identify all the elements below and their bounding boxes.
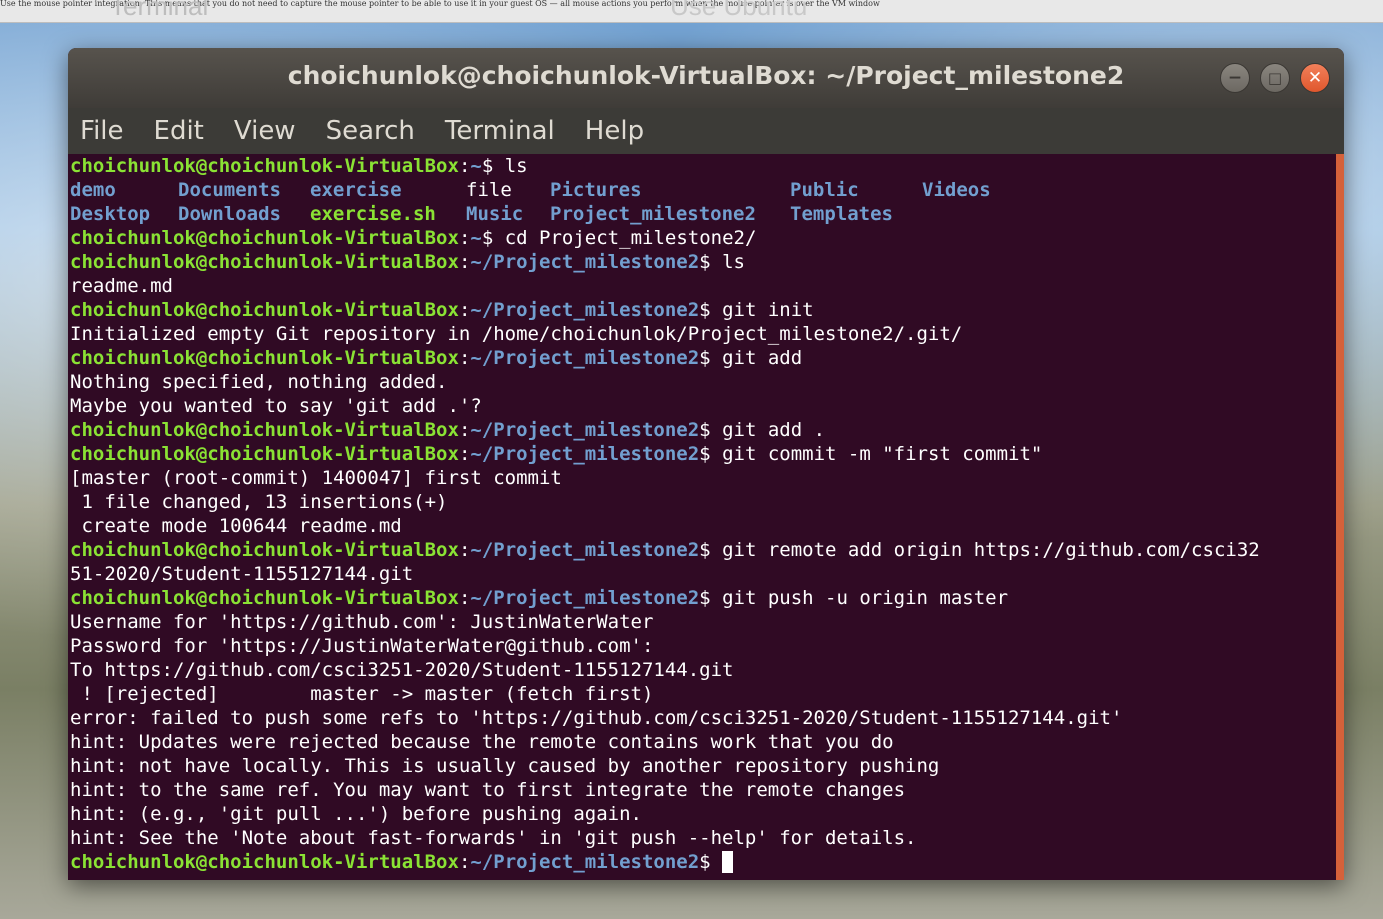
terminal-line: hint: (e.g., 'git pull ...') before push… xyxy=(70,803,642,825)
terminal-line: hint: to the same ref. You may want to f… xyxy=(70,779,906,801)
menu-bar: File Edit View Search Terminal Help xyxy=(68,108,1344,154)
minimize-button[interactable]: − xyxy=(1220,63,1250,93)
menu-help[interactable]: Help xyxy=(585,116,644,146)
menu-view[interactable]: View xyxy=(234,116,296,146)
window-title: choichunlok@choichunlok-VirtualBox: ~/Pr… xyxy=(287,61,1125,90)
terminal-line: Username for 'https://github.com': Justi… xyxy=(70,611,654,633)
terminal-line: To https://github.com/csci3251-2020/Stud… xyxy=(70,659,734,681)
terminal-line: 51-2020/Student-1155127144.git xyxy=(70,563,414,585)
terminal-line: ! [rejected] master -> master (fetch fir… xyxy=(70,683,654,705)
ls-entry: Documents xyxy=(178,179,281,201)
terminal-line: Password for 'https://JustinWaterWater@g… xyxy=(70,635,654,657)
minimize-icon: − xyxy=(1227,68,1243,88)
terminal-line: hint: Updates were rejected because the … xyxy=(70,731,894,753)
terminal-prompt-line[interactable]: choichunlok@choichunlok-VirtualBox:~/Pro… xyxy=(70,850,1344,874)
terminal-line: Initialized empty Git repository in /hom… xyxy=(70,323,963,345)
ls-entry: file xyxy=(466,179,512,201)
ls-entry: Music xyxy=(466,203,524,225)
terminal-line: Nothing specified, nothing added. xyxy=(70,371,448,393)
host-ghost-title: Terminal xyxy=(110,0,209,21)
terminal-line: hint: See the 'Note about fast-forwards'… xyxy=(70,827,917,849)
terminal-line: Maybe you wanted to say 'git add .'? xyxy=(70,395,482,417)
terminal-line: choichunlok@choichunlok-VirtualBox:~/Pro… xyxy=(70,443,1043,465)
maximize-icon: □ xyxy=(1267,69,1283,87)
terminal-line: 1 file changed, 13 insertions(+) xyxy=(70,491,448,513)
terminal-output[interactable]: choichunlok@choichunlok-VirtualBox:~$ ls… xyxy=(68,154,1344,880)
close-button[interactable]: ✕ xyxy=(1300,63,1330,93)
ls-entry: Public xyxy=(790,179,859,201)
menu-edit[interactable]: Edit xyxy=(154,116,204,146)
maximize-button[interactable]: □ xyxy=(1260,63,1290,93)
terminal-line: choichunlok@choichunlok-VirtualBox:~/Pro… xyxy=(70,419,826,441)
terminal-line: readme.md xyxy=(70,275,173,297)
terminal-line: choichunlok@choichunlok-VirtualBox:~/Pro… xyxy=(70,539,1260,561)
ls-entry: Desktop xyxy=(70,203,151,225)
ls-entry: Templates xyxy=(790,203,893,225)
terminal-line: choichunlok@choichunlok-VirtualBox:~/Pro… xyxy=(70,299,814,321)
ls-entry: demo xyxy=(70,179,116,201)
ls-entry: Downloads xyxy=(178,203,281,225)
terminal-line: create mode 100644 readme.md xyxy=(70,515,402,537)
terminal-line: choichunlok@choichunlok-VirtualBox:~/Pro… xyxy=(70,347,803,369)
ls-output-row: demo Documents exercise file Pictures Public V… xyxy=(70,178,1344,202)
scrollbar[interactable] xyxy=(1336,154,1344,880)
terminal-line: choichunlok@choichunlok-VirtualBox:~/Pro… xyxy=(70,251,745,273)
terminal-line: choichunlok@choichunlok-VirtualBox:~/Pro… xyxy=(70,587,1009,609)
close-icon: ✕ xyxy=(1307,68,1323,88)
host-ghost-subtitle: Use Ubuntu xyxy=(670,0,808,21)
ls-entry: Project_milestone2 xyxy=(550,203,756,225)
menu-file[interactable]: File xyxy=(80,116,124,146)
terminal-line: choichunlok@choichunlok-VirtualBox:~$ cd… xyxy=(70,227,757,249)
ls-entry: exercise.sh xyxy=(310,203,436,225)
terminal-line: hint: not have locally. This is usually … xyxy=(70,755,940,777)
terminal-line: choichunlok@choichunlok-VirtualBox:~$ ls xyxy=(70,155,528,177)
ls-output-row: Desktop Downloads exercise.sh Music Project_… xyxy=(70,202,1344,226)
terminal-window: choichunlok@choichunlok-VirtualBox: ~/Pr… xyxy=(68,48,1344,880)
terminal-cursor xyxy=(722,851,734,873)
terminal-line: [master (root-commit) 1400047] first com… xyxy=(70,467,562,489)
title-bar[interactable]: choichunlok@choichunlok-VirtualBox: ~/Pr… xyxy=(68,48,1344,108)
terminal-line: error: failed to push some refs to 'http… xyxy=(70,707,1123,729)
host-window-strip: Use the mouse pointer integration: This … xyxy=(0,0,1383,23)
ls-entry: exercise xyxy=(310,179,402,201)
ls-entry: Videos xyxy=(922,179,991,201)
menu-search[interactable]: Search xyxy=(326,116,415,146)
ls-entry: Pictures xyxy=(550,179,642,201)
menu-terminal[interactable]: Terminal xyxy=(445,116,555,146)
